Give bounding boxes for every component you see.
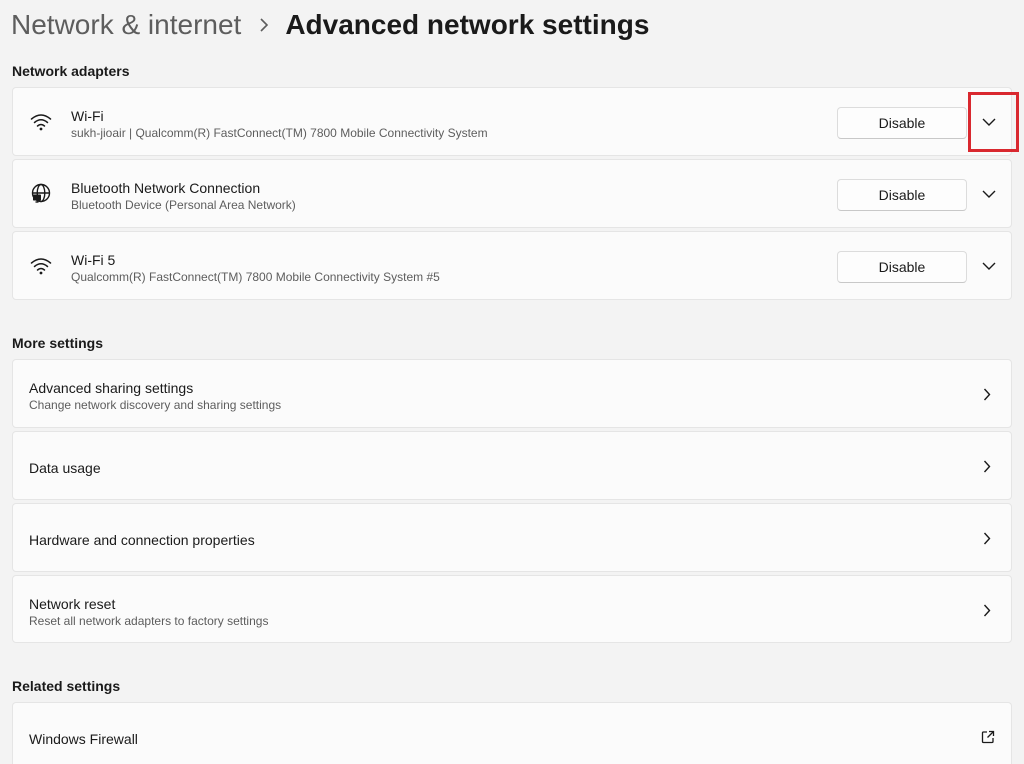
adapter-description: Bluetooth Device (Personal Area Network) [71,198,296,212]
disable-button-wifi[interactable]: Disable [837,107,967,139]
settings-item-title: Data usage [29,460,101,476]
page-title: Advanced network settings [285,9,650,40]
settings-item-network-reset[interactable]: Network reset Reset all network adapters… [12,575,1012,643]
adapter-description: sukh-jioair | Qualcomm(R) FastConnect(TM… [71,126,488,140]
wifi-icon [29,110,53,134]
chevron-right-icon [979,602,995,618]
adapter-card-bluetooth[interactable]: Bluetooth Network Connection Bluetooth D… [12,159,1012,228]
settings-item-title: Advanced sharing settings [29,380,194,396]
breadcrumb: Network & internet Advanced network sett… [11,6,649,44]
settings-item-subtitle: Reset all network adapters to factory se… [29,614,269,628]
chevron-right-icon [979,386,995,402]
settings-item-title: Windows Firewall [29,731,138,747]
section-title-related-settings: Related settings [12,678,121,694]
settings-item-title: Hardware and connection properties [29,532,255,548]
settings-item-windows-firewall[interactable]: Windows Firewall [12,702,1012,764]
adapter-card-wifi[interactable]: Wi-Fi sukh-jioair | Qualcomm(R) FastConn… [12,87,1012,156]
globe-network-icon [29,182,53,206]
adapter-name: Bluetooth Network Connection [71,180,261,196]
settings-item-advanced-sharing[interactable]: Advanced sharing settings Change network… [12,359,1012,428]
settings-page: Network & internet Advanced network sett… [0,0,1024,764]
chevron-right-icon [259,18,269,32]
disable-button-bluetooth[interactable]: Disable [837,179,967,211]
breadcrumb-parent-link[interactable]: Network & internet [11,9,241,41]
chevron-right-icon [979,458,995,474]
disable-button-wifi-5[interactable]: Disable [837,251,967,283]
adapter-description: Qualcomm(R) FastConnect(TM) 7800 Mobile … [71,270,440,284]
wifi-icon [29,254,53,278]
external-link-icon [981,730,995,744]
settings-item-hardware-properties[interactable]: Hardware and connection properties [12,503,1012,572]
chevron-down-icon[interactable] [973,250,1005,282]
section-title-more-settings: More settings [12,335,104,351]
section-title-network-adapters: Network adapters [12,63,130,79]
adapter-name: Wi-Fi [71,108,104,124]
adapter-name: Wi-Fi 5 [71,252,116,268]
chevron-down-icon[interactable] [973,178,1005,210]
adapter-card-wifi-5[interactable]: Wi-Fi 5 Qualcomm(R) FastConnect(TM) 7800… [12,231,1012,300]
settings-item-data-usage[interactable]: Data usage [12,431,1012,500]
highlight-box [968,92,1019,152]
settings-item-title: Network reset [29,596,116,612]
settings-item-subtitle: Change network discovery and sharing set… [29,398,282,412]
chevron-right-icon [979,530,995,546]
